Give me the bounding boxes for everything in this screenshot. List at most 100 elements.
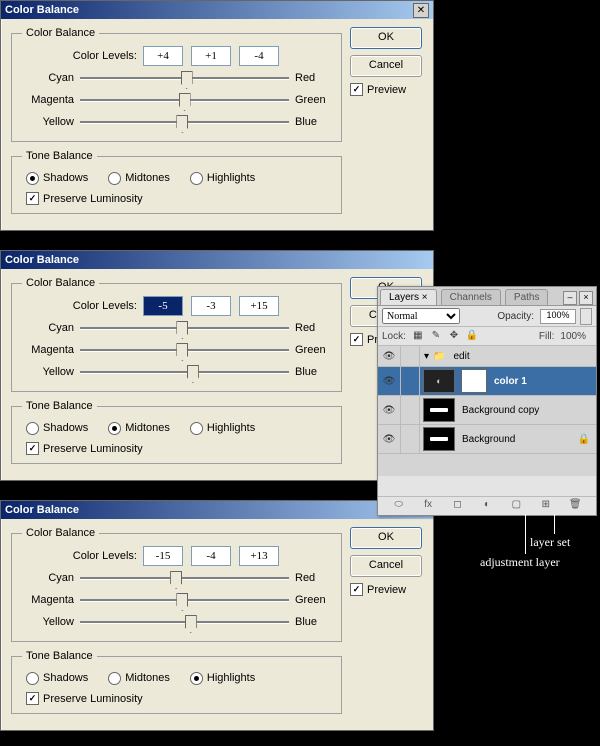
color-slider[interactable] — [80, 71, 289, 85]
layer-name[interactable]: Background copy — [458, 405, 596, 416]
new-layer-icon[interactable]: ⊞ — [539, 499, 553, 513]
group-arrow-icon[interactable]: ▾ — [424, 351, 429, 362]
panel-close-icon[interactable]: × — [579, 291, 593, 305]
mask-icon[interactable]: ◻ — [451, 499, 465, 513]
tone-radio-label: Shadows — [43, 422, 88, 434]
transparency-icon[interactable]: ▦ — [412, 330, 424, 342]
color-slider[interactable] — [80, 593, 289, 607]
slider-thumb[interactable] — [179, 93, 191, 111]
color-level-input-1[interactable] — [191, 296, 231, 316]
opacity-arrow-icon[interactable] — [580, 308, 592, 325]
tone-radio-midtones[interactable]: Midtones — [108, 672, 170, 685]
tone-radio-midtones[interactable]: Midtones — [108, 172, 170, 185]
slider-right-label: Blue — [295, 616, 331, 628]
color-slider[interactable] — [80, 365, 289, 379]
color-levels-label: Color Levels: — [22, 300, 137, 312]
radio-icon — [108, 672, 121, 685]
tab-layers[interactable]: Layers × — [380, 289, 437, 305]
layer-row[interactable]: ▾📁edit — [378, 346, 596, 367]
preserve-luminosity-checkbox[interactable]: Preserve Luminosity — [22, 692, 331, 705]
blend-mode-select[interactable]: Normal — [382, 308, 460, 324]
fill-value[interactable]: 100% — [560, 331, 586, 342]
link-icon[interactable]: ⬭ — [392, 499, 406, 513]
tone-radio-shadows[interactable]: Shadows — [26, 172, 88, 185]
ok-button[interactable]: OK — [350, 27, 422, 49]
layer-thumbnail[interactable] — [423, 427, 455, 451]
preserve-luminosity-checkbox[interactable]: Preserve Luminosity — [22, 442, 331, 455]
cancel-button[interactable]: Cancel — [350, 555, 422, 577]
layer-row[interactable]: ◐ color 1 — [378, 367, 596, 396]
tab-paths[interactable]: Paths — [505, 289, 549, 305]
slider-thumb[interactable] — [170, 571, 182, 589]
group-icon[interactable]: ▢ — [509, 499, 523, 513]
visibility-icon[interactable] — [378, 425, 401, 453]
layer-row[interactable]: Background copy — [378, 396, 596, 425]
color-slider[interactable] — [80, 93, 289, 107]
slider-thumb[interactable] — [176, 321, 188, 339]
preview-checkbox[interactable]: Preview — [350, 583, 425, 596]
color-slider[interactable] — [80, 321, 289, 335]
lock-icon[interactable]: 🔒 — [466, 330, 478, 342]
color-balance-dialog: Color Balance✕Color BalanceColor Levels:… — [0, 0, 434, 231]
slider-thumb[interactable] — [176, 115, 188, 133]
tone-radio-highlights[interactable]: Highlights — [190, 672, 255, 685]
layer-row[interactable]: Background🔒 — [378, 425, 596, 454]
titlebar[interactable]: Color Balance — [1, 251, 433, 269]
layer-name[interactable]: color 1 — [490, 376, 596, 387]
preserve-luminosity-checkbox[interactable]: Preserve Luminosity — [22, 192, 331, 205]
color-level-input-0[interactable] — [143, 296, 183, 316]
color-level-input-1[interactable] — [191, 546, 231, 566]
color-slider[interactable] — [80, 115, 289, 129]
tone-radio-shadows[interactable]: Shadows — [26, 672, 88, 685]
tone-radio-highlights[interactable]: Highlights — [190, 422, 255, 435]
cancel-button[interactable]: Cancel — [350, 55, 422, 77]
color-slider[interactable] — [80, 571, 289, 585]
color-slider[interactable] — [80, 343, 289, 357]
checkbox-icon — [350, 583, 363, 596]
brush-icon[interactable]: ✎ — [430, 330, 442, 342]
adjustment-thumbnail[interactable]: ◐ — [423, 369, 455, 393]
layer-mask-thumbnail[interactable] — [461, 369, 487, 393]
dialog-title: Color Balance — [5, 254, 79, 266]
link-column[interactable] — [401, 367, 420, 395]
link-column[interactable] — [401, 396, 420, 424]
adjustment-icon[interactable]: ◐ — [480, 499, 494, 513]
tab-channels[interactable]: Channels — [441, 289, 501, 305]
tone-radio-highlights[interactable]: Highlights — [190, 172, 255, 185]
tone-radio-midtones[interactable]: Midtones — [108, 422, 170, 435]
visibility-icon[interactable] — [378, 367, 401, 395]
slider-thumb[interactable] — [181, 71, 193, 89]
color-level-input-0[interactable] — [143, 546, 183, 566]
fx-icon[interactable]: fx — [421, 499, 435, 513]
visibility-icon[interactable] — [378, 396, 401, 424]
layer-thumbnail[interactable] — [423, 398, 455, 422]
titlebar[interactable]: Color Balance ✕ — [1, 1, 433, 19]
layer-name[interactable]: Background — [458, 434, 578, 445]
color-slider[interactable] — [80, 615, 289, 629]
slider-thumb[interactable] — [187, 365, 199, 383]
slider-thumb[interactable] — [176, 343, 188, 361]
slider-thumb[interactable] — [176, 593, 188, 611]
link-column[interactable] — [401, 425, 420, 453]
layer-name[interactable]: edit — [449, 351, 596, 362]
slider-thumb[interactable] — [185, 615, 197, 633]
color-level-input-1[interactable] — [191, 46, 231, 66]
panel-minimize-icon[interactable]: – — [563, 291, 577, 305]
visibility-icon[interactable] — [378, 346, 401, 366]
close-icon[interactable]: ✕ — [413, 3, 429, 18]
ok-button[interactable]: OK — [350, 527, 422, 549]
color-level-input-2[interactable] — [239, 46, 279, 66]
color-level-input-2[interactable] — [239, 296, 279, 316]
opacity-value[interactable]: 100% — [540, 309, 576, 324]
link-column[interactable] — [401, 346, 420, 366]
color-level-input-0[interactable] — [143, 46, 183, 66]
titlebar[interactable]: Color Balance — [1, 501, 433, 519]
move-icon[interactable]: ✥ — [448, 330, 460, 342]
slider-left-label: Yellow — [22, 116, 74, 128]
tone-radio-shadows[interactable]: Shadows — [26, 422, 88, 435]
color-level-input-2[interactable] — [239, 546, 279, 566]
preview-checkbox[interactable]: Preview — [350, 83, 425, 96]
dialog-title: Color Balance — [5, 4, 79, 16]
slider-left-label: Magenta — [22, 344, 74, 356]
trash-icon[interactable]: 🗑 — [568, 499, 582, 513]
